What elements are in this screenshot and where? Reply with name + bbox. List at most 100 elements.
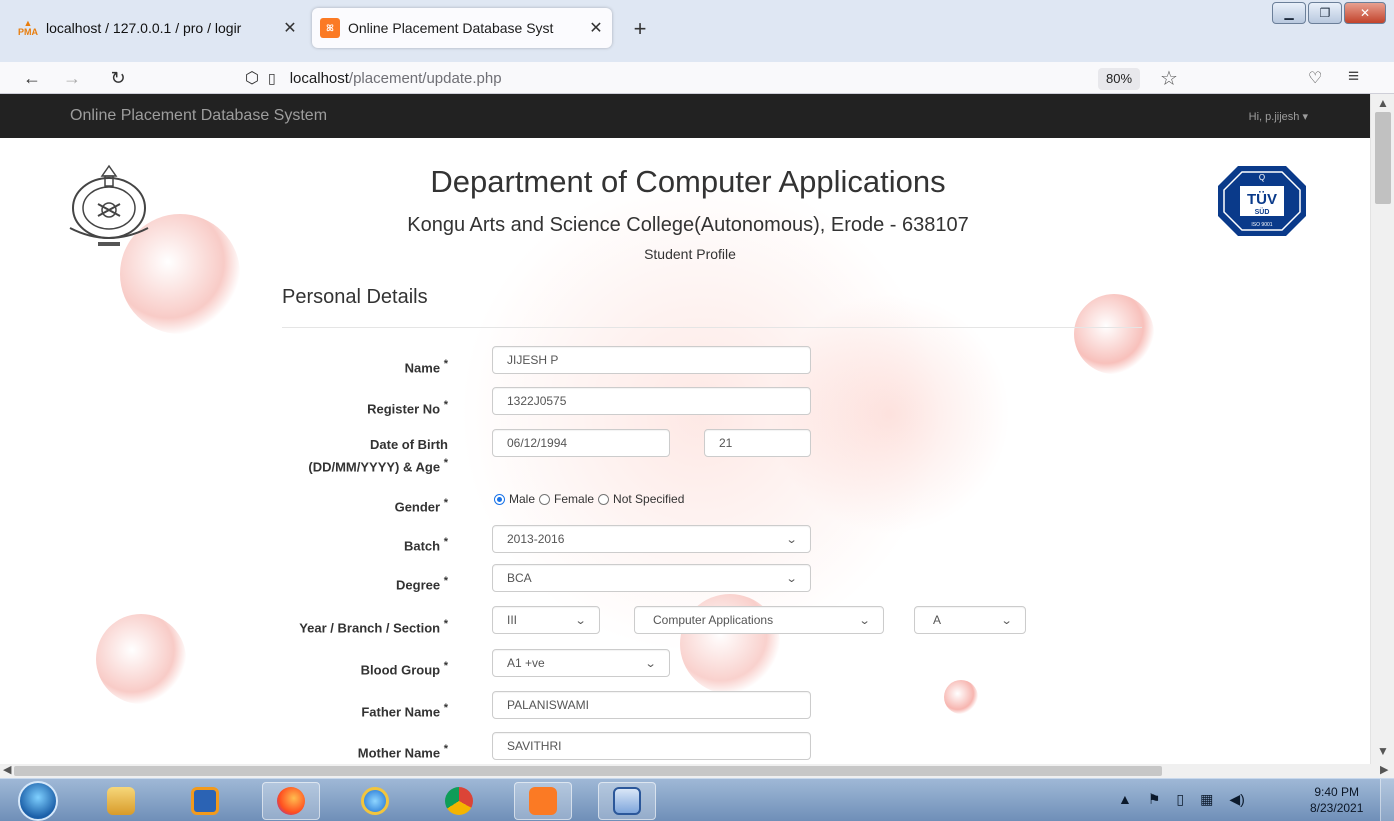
gender-label: Gender * [394,497,448,515]
user-menu[interactable]: Hi, p.jijesh ▾ [1249,110,1308,123]
chevron-down-icon: ⌄ [785,572,798,585]
page-viewport: Online Placement Database System Hi, p.j… [0,94,1370,764]
site-navbar: Online Placement Database System Hi, p.j… [0,94,1370,138]
scroll-right-icon[interactable]: ▶ [1380,763,1388,776]
bookmark-star-icon[interactable]: ☆ [1160,66,1178,91]
url-host: localhost [289,69,349,87]
network-icon[interactable]: ▦ [1200,791,1213,808]
blood-group-select[interactable]: A1 +ve ⌄ [492,649,670,677]
taskbar-clock[interactable]: 9:40 PM 8/23/2021 [1310,784,1363,816]
word-icon[interactable] [598,782,656,820]
bg-bubble [944,680,978,714]
year-select[interactable]: III ⌄ [492,606,600,634]
batch-label: Batch * [403,536,448,554]
reload-button[interactable]: ↻ [104,64,132,92]
mother-name-input[interactable]: SAVITHRI [492,732,811,760]
action-center-flag-icon[interactable]: ⚑ [1148,791,1161,808]
chevron-down-icon: ⌄ [574,614,587,627]
gender-not-specified-radio[interactable] [598,493,610,505]
zoom-level[interactable]: 80% [1098,68,1140,90]
mother-name-label: Mother Name * [357,743,448,761]
new-tab-button[interactable]: + [628,16,652,42]
gender-radio-group: Male Female Not Specified [494,492,688,506]
close-window-button[interactable]: ✕ [1344,2,1386,24]
hamburger-menu-icon[interactable]: ≡ [1348,66,1359,88]
blood-group-label: Blood Group * [360,660,448,678]
system-tray: ▲ ⚑ ▯ ▦ ◀) [1118,791,1245,808]
father-name-input[interactable]: PALANISWAMI [492,691,811,719]
batch-select[interactable]: 2013-2016 ⌄ [492,525,811,553]
age-input[interactable]: 21 [704,429,811,457]
phpmyadmin-icon: ▲ PMA [18,18,38,37]
father-name-label: Father Name * [361,702,448,720]
shield-icon[interactable]: ⬡ [238,64,266,92]
tab-title: localhost / 127.0.0.1 / pro / logir [46,20,242,36]
section-select[interactable]: A ⌄ [914,606,1026,634]
tab-close-icon[interactable]: ✕ [278,18,302,38]
tab-title: Online Placement Database Syst [348,20,554,36]
scrollbar-thumb[interactable] [14,766,1162,776]
chevron-down-icon: ⌄ [858,614,871,627]
register-no-label: Register No * [367,399,448,417]
scroll-up-icon[interactable]: ▲ [1377,96,1389,110]
site-brand[interactable]: Online Placement Database System [70,107,327,125]
xampp-icon: ꕤ [320,18,340,38]
college-subtitle: Kongu Arts and Science College(Autonomou… [407,214,969,236]
clock-date: 8/23/2021 [1310,801,1364,815]
gender-option-label: Not Specified [613,492,685,506]
bg-bubble [1074,294,1154,374]
tray-expand-icon[interactable]: ▲ [1118,791,1132,808]
url-path: /placement/update.php [348,69,502,87]
section-title: Personal Details [282,286,428,308]
clock-time: 9:40 PM [1314,785,1360,799]
back-button[interactable]: ← [18,64,46,92]
scroll-down-icon[interactable]: ▼ [1377,744,1389,758]
register-no-input[interactable]: 1322J0575 [492,387,811,415]
year-branch-section-label: Year / Branch / Section * [299,618,448,636]
pocket-icon[interactable]: ♡ [1308,68,1322,88]
windows-taskbar: ▲ ⚑ ▯ ▦ ◀) 9:40 PM 8/23/2021 [0,778,1394,821]
browser-tabbar: ▲ PMA localhost / 127.0.0.1 / pro / logir… [0,0,1394,62]
name-input[interactable]: JIJESH P [492,346,811,374]
chrome-icon[interactable] [430,782,488,820]
forward-button[interactable]: → [58,64,86,92]
browser-navbar: ← → ↻ ⬡ ▯ localhost/placement/update.php… [0,62,1394,94]
branch-select[interactable]: Computer Applications ⌄ [634,606,884,634]
firefox-icon[interactable] [262,782,320,820]
degree-select[interactable]: BCA ⌄ [492,564,811,592]
restore-button[interactable]: ❐ [1308,2,1342,24]
tab-placement[interactable]: ꕤ Online Placement Database Syst ✕ [312,8,612,48]
xampp-taskbar-icon[interactable] [514,782,572,820]
dob-label: Date of Birth (DD/MM/YYYY) & Age * [308,437,448,475]
horizontal-scrollbar[interactable]: ◀ ▶ [0,764,1394,778]
section-divider [282,327,1142,328]
show-desktop-button[interactable] [1380,779,1394,821]
internet-explorer-icon[interactable] [346,782,404,820]
vertical-scrollbar[interactable]: ▲ ▼ [1370,94,1394,764]
name-label: Name * [404,358,448,376]
scroll-left-icon[interactable]: ◀ [3,763,11,776]
address-bar[interactable]: ▯ localhost/placement/update.php [268,64,502,92]
minimize-button[interactable]: ▁ [1272,2,1306,24]
media-player-icon[interactable] [176,782,234,820]
bg-bubble [96,614,186,704]
dob-input[interactable]: 06/12/1994 [492,429,670,457]
chevron-down-icon: ⌄ [644,657,657,670]
gender-female-radio[interactable] [539,493,551,505]
department-title: Department of Computer Applications [430,164,946,199]
chevron-down-icon: ⌄ [1000,614,1013,627]
gender-male-radio[interactable] [494,493,505,505]
start-button-icon[interactable] [18,781,58,821]
tab-phpmyadmin[interactable]: ▲ PMA localhost / 127.0.0.1 / pro / logir… [10,8,306,48]
gender-option-label: Male [509,492,536,506]
window-controls: ▁ ❐ ✕ [1272,2,1386,24]
battery-icon[interactable]: ▯ [1176,791,1184,808]
scrollbar-thumb[interactable] [1375,112,1391,204]
profile-label: Student Profile [644,246,736,262]
gender-option-label: Female [554,492,595,506]
chevron-down-icon: ⌄ [785,533,798,546]
file-explorer-icon[interactable] [92,782,150,820]
volume-icon[interactable]: ◀) [1229,791,1244,808]
tab-close-icon[interactable]: ✕ [584,18,608,38]
degree-label: Degree * [396,575,448,593]
